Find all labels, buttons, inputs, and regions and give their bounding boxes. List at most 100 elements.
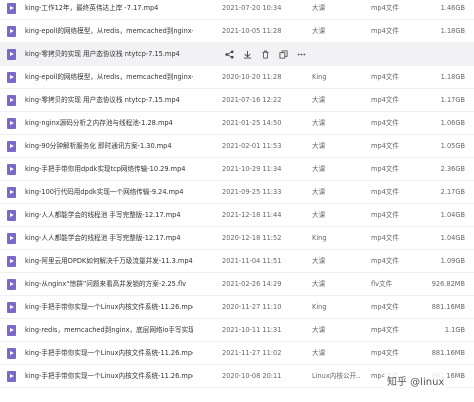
file-size: 881.16MB — [431, 349, 465, 357]
file-name[interactable]: king-从nginx“惊群”问题来看高并发锁的方案-2.25.flv — [25, 273, 193, 296]
video-file-icon — [7, 164, 16, 175]
table-row[interactable]: king-人人都能学会的线程池 手写完整版-12.17.mp4 2021-12-… — [0, 204, 474, 227]
file-type: mp4文件 — [371, 326, 399, 334]
file-date: 2020-11-27 11:10 — [222, 303, 282, 311]
file-name[interactable]: king-人人都能学会的线程池 手写完整版-12.17.mp4 — [25, 204, 193, 227]
table-row[interactable]: king-90分钟解析服务化 即时通讯方案-1.30.mp4 2021-02-0… — [0, 135, 474, 158]
file-type: mp4文件 — [371, 165, 399, 173]
file-type: mp4文件 — [371, 27, 399, 35]
file-name[interactable]: king-redis，memcached到nginx，底层网络io手写实现... — [25, 319, 193, 342]
copy-icon[interactable] — [279, 50, 288, 59]
file-type: mp4文件 — [371, 349, 399, 357]
file-date: 2021-09-25 11:33 — [222, 188, 282, 196]
table-row[interactable]: king-epoll的网络模型，从redis，memcached到nginx-.… — [0, 20, 474, 43]
download-icon[interactable] — [243, 50, 252, 59]
file-type: mp4文件 — [371, 303, 399, 311]
video-file-icon — [7, 210, 16, 221]
video-file-icon — [7, 49, 16, 60]
file-date: 2021-12-18 11:44 — [222, 211, 282, 219]
table-row[interactable]: king-手把手带你实现一个Linux内核文件系统-11.26.mp4 2021… — [0, 342, 474, 365]
table-row[interactable]: king-工作12年，最终英伟达上岸 -7.17.mp4 2021-07-20 … — [0, 0, 474, 20]
file-name[interactable]: king-工作12年，最终英伟达上岸 -7.17.mp4 — [25, 0, 193, 20]
file-date: 2021-11-04 11:51 — [222, 257, 282, 265]
file-owner: 大课 — [312, 119, 326, 127]
video-file-icon — [7, 118, 16, 129]
file-owner: 大课 — [312, 188, 326, 196]
file-owner: 大课 — [312, 4, 326, 12]
file-owner: King — [312, 73, 327, 81]
file-size: 1.05GB — [440, 142, 465, 150]
file-type: mp4文件 — [371, 142, 399, 150]
table-row[interactable]: king-手把手带你用dpdk实现tcp网络传输-10.29.mp4 2021-… — [0, 158, 474, 181]
video-file-icon — [7, 3, 16, 14]
table-row[interactable]: king-redis，memcached到nginx，底层网络io手写实现...… — [0, 319, 474, 342]
delete-icon[interactable] — [261, 50, 270, 59]
share-icon[interactable] — [225, 50, 234, 59]
video-file-icon — [7, 279, 16, 290]
video-file-icon — [7, 325, 16, 336]
file-owner: King — [312, 234, 327, 242]
file-date: 2021-02-01 11:53 — [222, 142, 282, 150]
file-name[interactable]: king-人人都能学会的线程池 手写完整版-12.17.mp4 — [25, 227, 193, 250]
file-size: 926.82MB — [431, 280, 465, 288]
file-owner: 大课 — [312, 142, 326, 150]
file-name[interactable]: king-零拷贝的实现 用户态协议栈 ntytcp-7.15.mp4 — [25, 89, 193, 112]
file-owner: King — [312, 303, 327, 311]
file-type: mp4文件 — [371, 96, 399, 104]
file-date: 2021-10-29 11:34 — [222, 165, 282, 173]
file-type: mp4文件 — [371, 119, 399, 127]
table-row[interactable]: king-epoll的网络模型，从redis，memcached到nginx-.… — [0, 66, 474, 89]
table-row[interactable]: king-零拷贝的实现 用户态协议栈 ntytcp-7.15.mp4 2021-… — [0, 89, 474, 112]
video-file-icon — [7, 26, 16, 37]
file-owner: 大课 — [312, 280, 326, 288]
video-file-icon — [7, 187, 16, 198]
file-name[interactable]: king-手把手带你用dpdk实现tcp网络传输-10.29.mp4 — [25, 158, 193, 181]
file-name[interactable]: king-90分钟解析服务化 即时通讯方案-1.30.mp4 — [25, 135, 193, 158]
table-row[interactable]: king-100行代码用dpdk实现一个网络传输-9.24.mp4 2021-0… — [0, 181, 474, 204]
table-row[interactable]: king-nginx源码分析之内存池与线程池-1.28.mp4 2021-01-… — [0, 112, 474, 135]
file-owner: Linux内核公开... — [312, 372, 360, 380]
file-owner: 大课 — [312, 27, 326, 35]
file-date: 2021-07-20 10:34 — [222, 4, 282, 12]
file-date: 2021-07-16 12:22 — [222, 96, 282, 104]
file-type: mp4文件 — [371, 4, 399, 12]
file-date: 2021-10-11 11:31 — [222, 326, 282, 334]
file-date: 2020-10-20 11:28 — [222, 73, 282, 81]
table-row[interactable]: king-零拷贝的实现 用户态协议栈 ntytcp-7.15.mp4 — [0, 43, 474, 66]
file-name[interactable]: king-epoll的网络模型，从redis，memcached到nginx-.… — [25, 66, 193, 89]
file-size: 1.06GB — [440, 119, 465, 127]
video-file-icon — [7, 72, 16, 83]
file-type: mp4文件 — [371, 73, 399, 81]
table-row[interactable]: king-从nginx“惊群”问题来看高并发锁的方案-2.25.flv 2021… — [0, 273, 474, 296]
more-icon[interactable] — [297, 50, 306, 59]
video-file-icon — [7, 371, 16, 382]
file-name[interactable]: king-nginx源码分析之内存池与线程池-1.28.mp4 — [25, 112, 193, 135]
file-name[interactable]: king-手把手带你实现一个Linux内核文件系统-11.26.mp4 — [25, 342, 193, 365]
file-name[interactable]: king-epoll的网络模型，从redis，memcached到nginx-.… — [25, 20, 193, 43]
file-size: 881.16MB — [431, 303, 465, 311]
file-date: 2020-10-08 20:11 — [222, 372, 282, 380]
file-name[interactable]: king-手把手带你实现一个Linux内核文件系统-11.26.mp4 — [25, 296, 193, 319]
file-size: 1.04GB — [440, 211, 465, 219]
file-type: mp4文件 — [371, 211, 399, 219]
file-date: 2021-02-26 14:29 — [222, 280, 282, 288]
file-owner: 大课 — [312, 257, 326, 265]
file-owner: 大课 — [312, 96, 326, 104]
file-owner: 大课 — [312, 211, 326, 219]
file-size: 1.18GB — [440, 73, 465, 81]
file-size: 2.17GB — [440, 188, 465, 196]
file-name[interactable]: king-阿里云用DPDK如何解决千万级流量并发-11.3.mp4 — [25, 250, 193, 273]
table-row[interactable]: king-阿里云用DPDK如何解决千万级流量并发-11.3.mp4 2021-1… — [0, 250, 474, 273]
file-name[interactable]: king-100行代码用dpdk实现一个网络传输-9.24.mp4 — [25, 181, 193, 204]
table-row[interactable]: king-人人都能学会的线程池 手写完整版-12.17.mp4 2020-12-… — [0, 227, 474, 250]
file-date: 2021-11-27 11:02 — [222, 349, 282, 357]
file-owner: 大课 — [312, 165, 326, 173]
file-name[interactable]: king-手把手带你实现一个Linux内核文件系统-11.26.mp4 — [25, 365, 193, 388]
table-row[interactable]: king-手把手带你实现一个Linux内核文件系统-11.26.mp4 2020… — [0, 296, 474, 319]
file-type: flv文件 — [371, 280, 393, 288]
file-size: 1.04GB — [440, 234, 465, 242]
file-name[interactable]: king-零拷贝的实现 用户态协议栈 ntytcp-7.15.mp4 — [25, 43, 193, 66]
video-file-icon — [7, 348, 16, 359]
file-list: king-工作12年，最终英伟达上岸 -7.17.mp4 2021-07-20 … — [0, 0, 474, 402]
file-size: 1.46GB — [440, 4, 465, 12]
